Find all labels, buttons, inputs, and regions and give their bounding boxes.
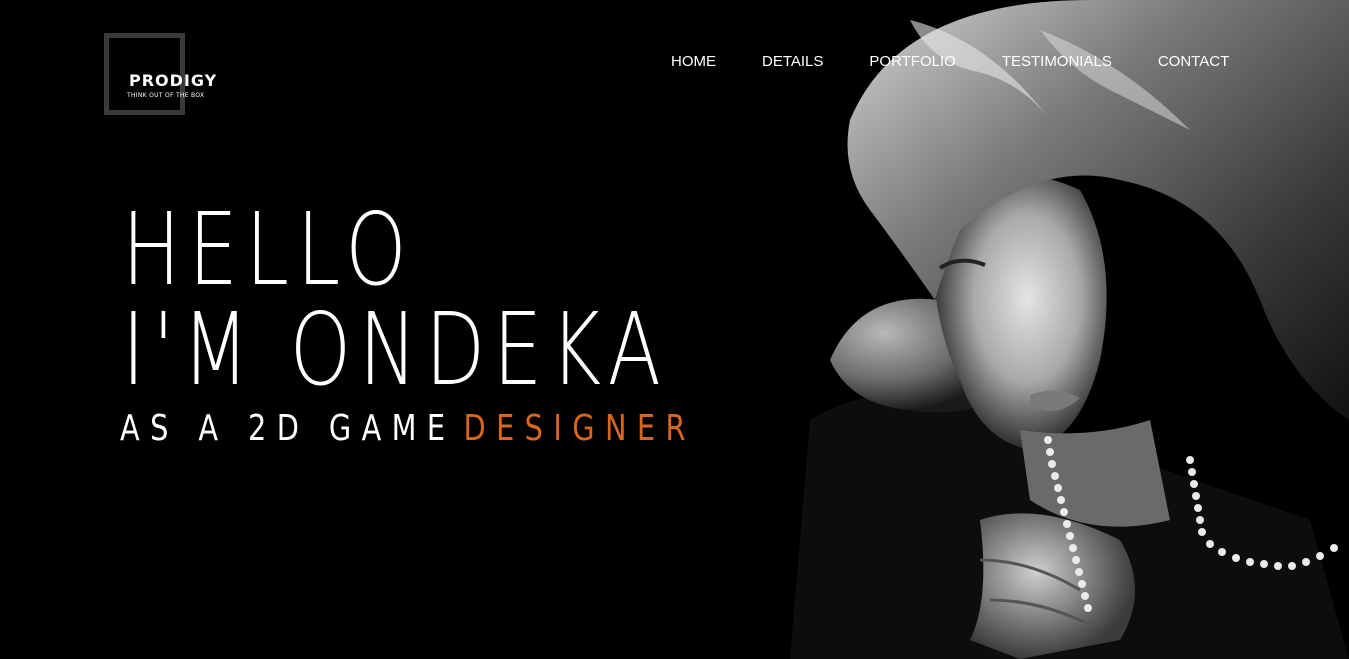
nav-item-portfolio[interactable]: PORTFOLIO (869, 53, 955, 70)
hero-subtitle: AS A 2D GAME DESIGNER (120, 408, 696, 449)
logo-title: PRODIGY (129, 71, 218, 90)
portrait-image (790, 0, 1349, 659)
hero-greeting: HELLO (122, 191, 415, 308)
hero-subtitle-accent: DESIGNER (463, 408, 696, 449)
hero-name: I'M ONDEKA (122, 291, 669, 408)
hero-subtitle-prefix: AS A 2D GAME (120, 408, 456, 449)
nav-item-details[interactable]: DETAILS (762, 53, 823, 70)
nav-item-testimonials[interactable]: TESTIMONIALS (1002, 53, 1112, 70)
main-nav: HOME DETAILS PORTFOLIO TESTIMONIALS CONT… (671, 53, 1229, 70)
nav-item-contact[interactable]: CONTACT (1158, 53, 1229, 70)
nav-item-home[interactable]: HOME (671, 53, 716, 70)
hero-page: PRODIGY THINK OUT OF THE BOX HOME DETAIL… (0, 0, 1349, 659)
logo[interactable]: PRODIGY THINK OUT OF THE BOX (104, 33, 234, 115)
logo-tagline: THINK OUT OF THE BOX (127, 92, 205, 99)
